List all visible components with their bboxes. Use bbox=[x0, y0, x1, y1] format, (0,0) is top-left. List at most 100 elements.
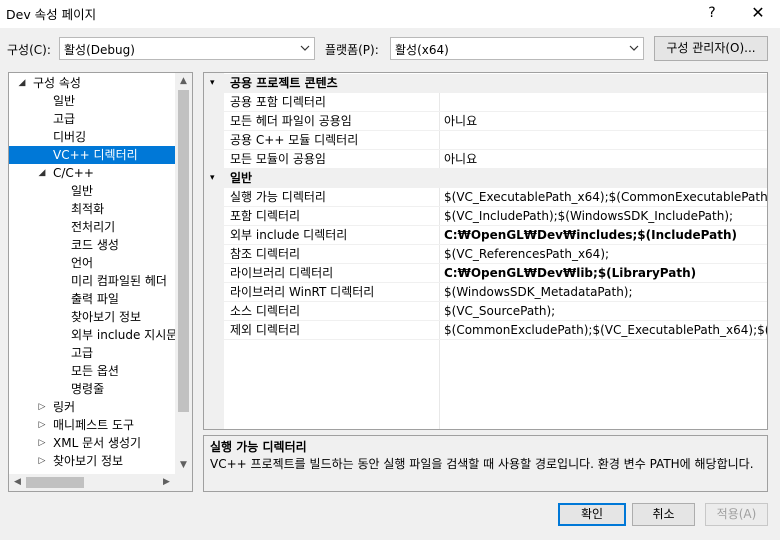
tree-item-label: 최적화 bbox=[71, 202, 105, 216]
property-value[interactable]: C:₩OpenGL₩Dev₩includes;$(IncludePath) bbox=[444, 226, 767, 245]
configuration-bar: 구성(C): 활성(Debug) 플랫폼(P): 활성(x64) 구성 관리자(… bbox=[0, 36, 780, 62]
platform-label: 플랫폼(P): bbox=[325, 43, 379, 57]
grid-category-row[interactable]: ▾ 일반 bbox=[204, 169, 767, 188]
tree-item[interactable]: 언어 bbox=[9, 254, 175, 272]
scroll-left-icon[interactable]: ◀ bbox=[9, 474, 26, 491]
tree-item-label: 언어 bbox=[71, 256, 94, 270]
tree-item[interactable]: 명령줄 bbox=[9, 380, 175, 398]
scroll-up-icon[interactable]: ▲ bbox=[175, 73, 192, 90]
tree-item-label: 고급 bbox=[53, 112, 76, 126]
tree-item[interactable]: 모든 옵션 bbox=[9, 362, 175, 380]
tree-item-label: 찾아보기 정보 bbox=[53, 454, 124, 468]
property-name: 제외 디렉터리 bbox=[230, 323, 301, 337]
property-name: 모든 모듈이 공용임 bbox=[230, 152, 326, 166]
grid-property-row[interactable]: 소스 디렉터리 $(VC_SourcePath); bbox=[204, 302, 767, 321]
tree-item[interactable]: 디버깅 bbox=[9, 128, 175, 146]
grid-property-row[interactable]: 라이브러리 WinRT 디렉터리 $(WindowsSDK_MetadataPat… bbox=[204, 283, 767, 302]
grid-property-row[interactable]: 공용 포함 디렉터리 bbox=[204, 93, 767, 112]
cancel-button[interactable]: 취소 bbox=[632, 503, 695, 526]
tree-horizontal-scroll-thumb[interactable] bbox=[26, 477, 84, 488]
tree-item[interactable]: 외부 include 지시문 bbox=[9, 326, 177, 344]
grid-property-row[interactable]: 실행 가능 디렉터리 $(VC_ExecutablePath_x64);$(Com… bbox=[204, 188, 767, 207]
configuration-manager-button[interactable]: 구성 관리자(O)... bbox=[654, 36, 768, 61]
tree-item-label: 전처리기 bbox=[71, 220, 116, 234]
apply-button[interactable]: 적용(A) bbox=[705, 503, 768, 526]
tree-item[interactable]: VC++ 디렉터리 bbox=[9, 146, 175, 164]
collapse-icon[interactable]: ◢ bbox=[37, 164, 47, 182]
property-value[interactable]: $(CommonExcludePath);$(VC_ExecutablePath… bbox=[444, 321, 767, 340]
scroll-down-icon[interactable]: ▼ bbox=[175, 457, 192, 474]
tree-item-label: 명령줄 bbox=[71, 382, 105, 396]
tree-item[interactable]: 일반 bbox=[9, 92, 175, 110]
grid-property-row[interactable]: 라이브러리 디렉터리 C:₩OpenGL₩Dev₩lib;$(LibraryPat… bbox=[204, 264, 767, 283]
property-tree: ◢ 구성 속성 일반 고급 디버깅 VC++ 디렉터리 ◢ C/C++ 일반 최적화 전처리기 코드 … bbox=[8, 72, 193, 492]
collapse-icon[interactable]: ▾ bbox=[210, 74, 215, 93]
description-title: 실행 가능 디렉터리 bbox=[210, 440, 307, 454]
tree-item[interactable]: 고급 bbox=[9, 110, 175, 128]
grid-property-row[interactable]: 공용 C++ 모듈 디렉터리 bbox=[204, 131, 767, 150]
tree-item[interactable]: 코드 생성 bbox=[9, 236, 175, 254]
property-value[interactable]: 아니요 bbox=[444, 112, 767, 131]
expand-icon[interactable]: ▷ bbox=[37, 398, 47, 416]
expand-icon[interactable]: ▷ bbox=[37, 434, 47, 452]
tree-item[interactable]: ▷ 매니페스트 도구 bbox=[9, 416, 175, 434]
tree-vertical-scroll-thumb[interactable] bbox=[178, 90, 189, 412]
property-value[interactable]: $(VC_ReferencesPath_x64); bbox=[444, 245, 767, 264]
tree-item-label: VC++ 디렉터리 bbox=[53, 148, 138, 162]
tree-item[interactable]: 전처리기 bbox=[9, 218, 175, 236]
scrollbar-corner bbox=[175, 474, 192, 491]
property-value[interactable]: $(VC_SourcePath); bbox=[444, 302, 767, 321]
collapse-icon[interactable]: ▾ bbox=[210, 169, 215, 188]
tree-item[interactable]: ◢ 구성 속성 bbox=[9, 74, 175, 92]
property-name: 포함 디렉터리 bbox=[230, 209, 301, 223]
tree-item-label: 일반 bbox=[71, 184, 94, 198]
tree-item[interactable]: 찾아보기 정보 bbox=[9, 308, 175, 326]
tree-item[interactable]: 최적화 bbox=[9, 200, 175, 218]
tree-item-label: 찾아보기 정보 bbox=[71, 310, 142, 324]
property-name: 참조 디렉터리 bbox=[230, 247, 301, 261]
tree-item[interactable]: 미리 컴파일된 헤더 bbox=[9, 272, 175, 290]
grid-category-name: 공용 프로젝트 콘텐츠 bbox=[230, 76, 338, 90]
expand-icon[interactable]: ▷ bbox=[37, 416, 47, 434]
help-icon[interactable]: ? bbox=[700, 1, 724, 25]
description-pane: 실행 가능 디렉터리 VC++ 프로젝트를 빌드하는 동안 실행 파일을 검색할… bbox=[203, 435, 768, 492]
grid-property-row[interactable]: 참조 디렉터리 $(VC_ReferencesPath_x64); bbox=[204, 245, 767, 264]
expand-icon[interactable]: ▷ bbox=[37, 452, 47, 470]
ok-button[interactable]: 확인 bbox=[558, 503, 626, 526]
grid-property-row[interactable]: 모든 헤더 파일이 공용임 아니요 bbox=[204, 112, 767, 131]
close-icon[interactable]: ✕ bbox=[744, 1, 772, 25]
tree-item[interactable]: ▷ XML 문서 생성기 bbox=[9, 434, 175, 452]
tree-item-label: 고급 bbox=[71, 346, 94, 360]
grid-property-row[interactable]: 모든 모듈이 공용임 아니요 bbox=[204, 150, 767, 169]
tree-item-label: 디버깅 bbox=[53, 130, 87, 144]
property-value[interactable]: $(VC_ExecutablePath_x64);$(CommonExecuta… bbox=[444, 188, 767, 207]
tree-item[interactable]: ▷ 링커 bbox=[9, 398, 175, 416]
title-bar: Dev 속성 페이지 ? ✕ bbox=[0, 0, 780, 28]
tree-vertical-scrollbar[interactable]: ▲ ▼ bbox=[175, 73, 192, 474]
property-value[interactable]: C:₩OpenGL₩Dev₩lib;$(LibraryPath) bbox=[444, 264, 767, 283]
chevron-down-icon bbox=[629, 45, 639, 51]
collapse-icon[interactable]: ◢ bbox=[17, 74, 27, 92]
config-combo[interactable]: 활성(Debug) bbox=[59, 37, 315, 60]
grid-property-row[interactable]: 제외 디렉터리 $(CommonExcludePath);$(VC_Executa… bbox=[204, 321, 767, 340]
tree-item[interactable]: ▷ 찾아보기 정보 bbox=[9, 452, 175, 470]
window-title: Dev 속성 페이지 bbox=[6, 7, 97, 22]
property-grid: ▾ 공용 프로젝트 콘텐츠 공용 포함 디렉터리 모든 헤더 파일이 공용임 아니요 공용… bbox=[203, 72, 768, 430]
tree-item-label: 모든 옵션 bbox=[71, 364, 119, 378]
tree-horizontal-scrollbar[interactable]: ◀ ▶ bbox=[9, 474, 175, 491]
property-name: 모든 헤더 파일이 공용임 bbox=[230, 114, 352, 128]
property-value[interactable]: $(WindowsSDK_MetadataPath); bbox=[444, 283, 767, 302]
scroll-right-icon[interactable]: ▶ bbox=[158, 474, 175, 491]
property-value[interactable]: 아니요 bbox=[444, 150, 767, 169]
tree-item[interactable]: 고급 bbox=[9, 344, 175, 362]
grid-category-row[interactable]: ▾ 공용 프로젝트 콘텐츠 bbox=[204, 74, 767, 93]
grid-property-row[interactable]: 외부 include 디렉터리 C:₩OpenGL₩Dev₩includes;$(… bbox=[204, 226, 767, 245]
property-value[interactable]: $(VC_IncludePath);$(WindowsSDK_IncludePa… bbox=[444, 207, 767, 226]
tree-item[interactable]: ◢ C/C++ bbox=[9, 164, 175, 182]
chevron-down-icon bbox=[300, 45, 310, 51]
grid-property-row[interactable]: 포함 디렉터리 $(VC_IncludePath);$(WindowsSDK_In… bbox=[204, 207, 767, 226]
platform-combo[interactable]: 활성(x64) bbox=[390, 37, 644, 60]
tree-item[interactable]: 출력 파일 bbox=[9, 290, 175, 308]
tree-item[interactable]: 일반 bbox=[9, 182, 175, 200]
tree-item-label: 출력 파일 bbox=[71, 292, 119, 306]
